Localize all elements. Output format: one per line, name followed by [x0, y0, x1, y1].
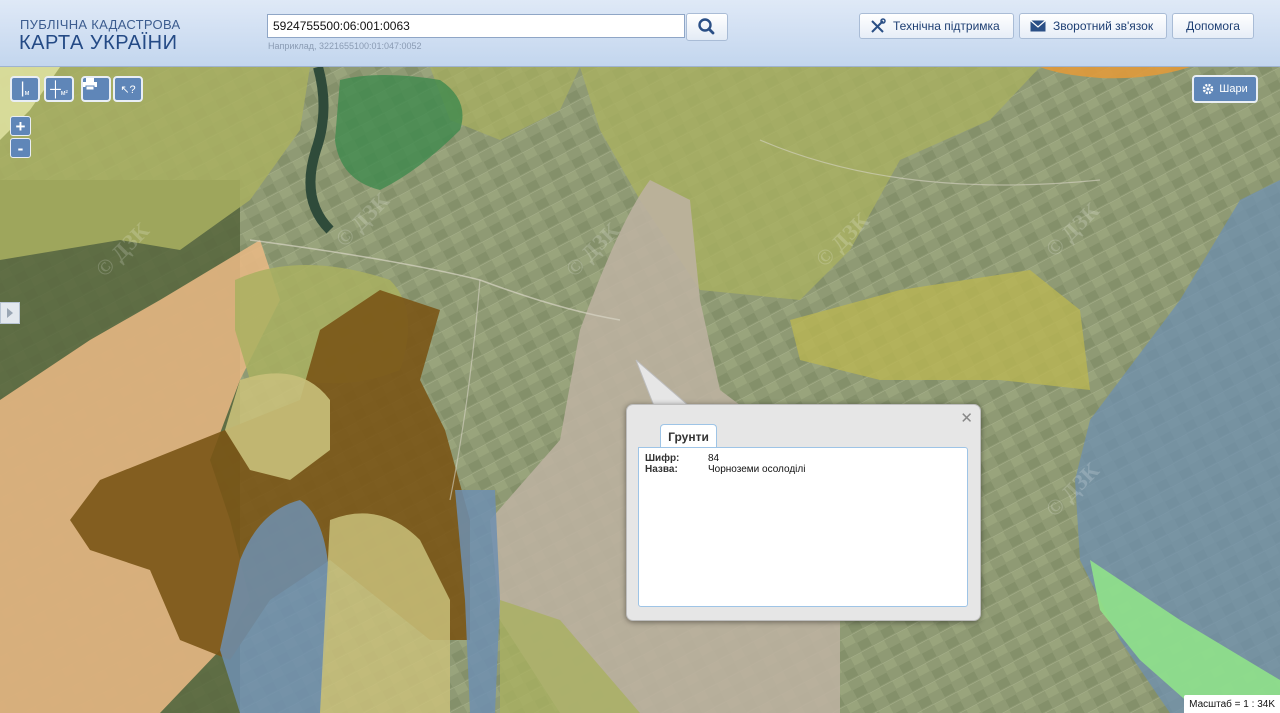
- print-button[interactable]: [81, 76, 111, 102]
- support-button[interactable]: Технічна підтримка: [859, 13, 1014, 39]
- info-row: Назва: Чорноземи осолоділі: [645, 464, 961, 475]
- measure-distance-button[interactable]: | м: [10, 76, 40, 102]
- printer-icon: [83, 78, 97, 90]
- close-icon[interactable]: ✕: [960, 409, 973, 427]
- help-button[interactable]: Допомога: [1172, 13, 1254, 39]
- tools-icon: [871, 18, 886, 33]
- measure-distance-unit: м: [24, 89, 30, 97]
- zoom-out-button[interactable]: -: [10, 138, 31, 158]
- info-key: Шифр:: [645, 453, 680, 464]
- layers-button[interactable]: Шари: [1192, 75, 1258, 103]
- scale-indicator: Масштаб = 1 : 34K: [1184, 695, 1280, 713]
- gear-icon: [1203, 83, 1214, 95]
- search-icon: [698, 18, 715, 35]
- popup-pointer: [635, 359, 691, 407]
- info-value: 84: [708, 453, 720, 464]
- support-label: Технічна підтримка: [893, 19, 1000, 33]
- measure-area-unit: м²: [60, 89, 68, 97]
- info-row: Шифр: 84: [645, 453, 961, 464]
- feedback-button[interactable]: Зворотний зв'язок: [1019, 13, 1167, 39]
- envelope-icon: [1030, 20, 1046, 32]
- info-popup: ✕ Грунти Шифр: 84 Назва: Чорноземи осоло…: [626, 404, 981, 621]
- zoom-in-button[interactable]: +: [10, 116, 31, 136]
- logo-line-1: ПУБЛІЧНА КАДАСТРОВА: [20, 17, 181, 32]
- help-label: Допомога: [1186, 19, 1240, 33]
- cursor-question-icon: ↖?: [120, 83, 136, 96]
- search-hint: Наприклад, 3221655100:01:047:0052: [268, 41, 422, 51]
- feedback-label: Зворотний зв'язок: [1053, 19, 1154, 33]
- top-header: ПУБЛІЧНА КАДАСТРОВА КАРТА УКРАЇНИ Наприк…: [0, 0, 1280, 67]
- popup-content: Шифр: 84 Назва: Чорноземи осолоділі: [638, 447, 968, 607]
- side-panel-toggle[interactable]: [0, 302, 20, 324]
- chevron-right-icon: [7, 308, 13, 318]
- info-value: Чорноземи осолоділі: [708, 464, 806, 475]
- search-button[interactable]: [686, 13, 728, 41]
- area-ruler-icon: ┼: [50, 80, 61, 98]
- info-key: Назва:: [645, 464, 678, 475]
- identify-button[interactable]: ↖?: [113, 76, 143, 102]
- logo-line-2: КАРТА УКРАЇНИ: [19, 32, 178, 54]
- tab-soils[interactable]: Грунти: [660, 424, 717, 448]
- search-input[interactable]: [267, 14, 685, 38]
- measure-area-button[interactable]: ┼ м²: [44, 76, 74, 102]
- layers-label: Шари: [1219, 83, 1248, 95]
